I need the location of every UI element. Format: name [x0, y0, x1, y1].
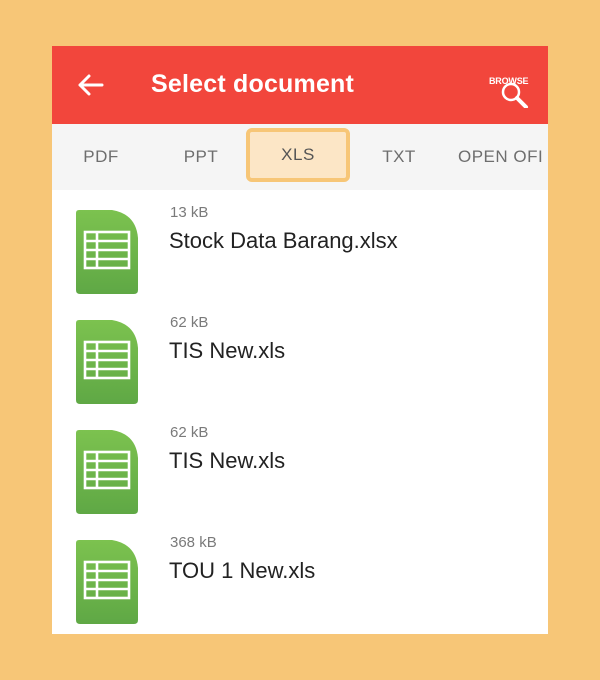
file-size: 368 kB — [170, 534, 217, 551]
magnifier-icon — [501, 82, 528, 108]
file-name: Stock Data Barang.xlsx — [169, 228, 398, 253]
file-list-item[interactable]: 13 kB Stock Data Barang.xlsx — [52, 190, 548, 300]
file-size: 62 kB — [170, 424, 209, 441]
file-name: TOU 1 New.xls — [169, 558, 316, 583]
file-type-tabs: PDF PPT XLS TXT OPEN OFI — [52, 124, 548, 190]
tab-xls[interactable]: XLS — [246, 128, 350, 182]
arrow-left-icon — [78, 74, 104, 96]
tab-open-office[interactable]: OPEN OFI — [458, 124, 548, 190]
file-name: TIS New.xls — [169, 338, 286, 363]
file-list-item[interactable]: 62 kB TIS New.xls — [52, 410, 548, 520]
file-size: 62 kB — [170, 314, 209, 331]
browse-button[interactable]: BROWSE — [486, 68, 538, 108]
file-list-item[interactable]: 62 kB TIS New.xls — [52, 300, 548, 410]
spreadsheet-icon — [76, 430, 138, 514]
file-name: TIS New.xls — [169, 448, 286, 473]
spreadsheet-icon — [76, 320, 138, 404]
file-size: 13 kB — [170, 204, 209, 221]
file-list: 13 kB Stock Data Barang.xlsx 62 kB TIS N… — [52, 190, 548, 630]
back-button[interactable] — [72, 69, 108, 101]
spreadsheet-icon — [76, 540, 138, 624]
page-title: Select document — [151, 70, 355, 98]
tab-txt[interactable]: TXT — [362, 124, 436, 190]
tab-pdf[interactable]: PDF — [64, 124, 138, 190]
tab-ppt[interactable]: PPT — [164, 124, 238, 190]
spreadsheet-icon — [76, 210, 138, 294]
app-bar: Select document BROWSE — [52, 46, 548, 124]
app-screen: Select document BROWSE PDF PPT XLS TXT O… — [52, 46, 548, 634]
file-list-item[interactable]: 368 kB TOU 1 New.xls — [52, 520, 548, 630]
